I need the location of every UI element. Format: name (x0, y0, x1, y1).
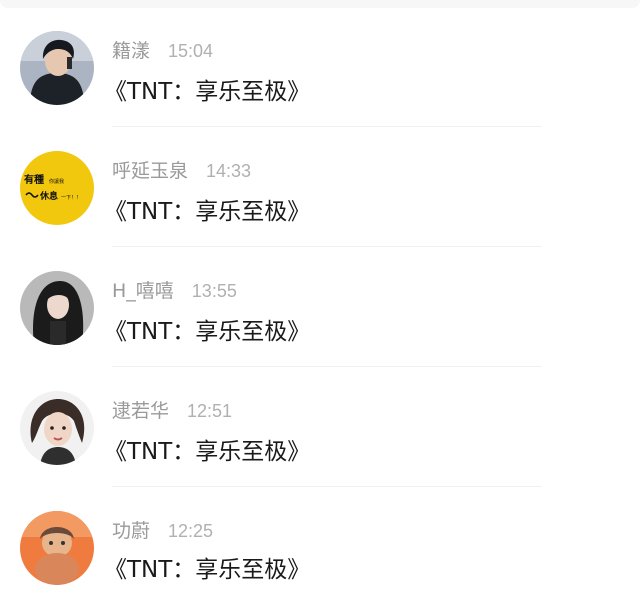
divider (112, 246, 542, 247)
comment-meta: 呼延玉泉 14:33 (112, 156, 251, 182)
timestamp: 12:25 (168, 521, 214, 541)
divider (112, 126, 542, 127)
username[interactable]: H_嘻嘻 (112, 276, 174, 303)
avatar-image-man (20, 31, 94, 105)
comment-meta: H_嘻嘻 13:55 (112, 276, 237, 302)
sticker-line2-small: 一下！！ (61, 195, 81, 201)
avatar-image-illustration (20, 391, 94, 465)
comment-text: 《TNT：享乐至极》 (104, 439, 311, 465)
divider (112, 486, 542, 487)
sticker-line2: 休息 (39, 190, 58, 202)
comment-meta: 籍漾 15:04 (112, 36, 213, 62)
avatar-image-girl (20, 271, 94, 345)
avatar[interactable] (20, 271, 94, 345)
comment-item[interactable]: 功蔚 12:25 《TNT：享乐至极》 (0, 488, 640, 608)
avatar[interactable] (20, 511, 94, 585)
comment-meta: 功蔚 12:25 (112, 516, 213, 542)
divider (112, 366, 542, 367)
avatar-image-sticker: 有種 你讓我 休息 一下！！ (20, 151, 94, 225)
timestamp: 13:55 (191, 281, 237, 301)
sticker-line1: 有種 (24, 173, 44, 186)
username[interactable]: 逮若华 (112, 396, 169, 423)
comment-item[interactable]: 籍漾 15:04 《TNT：享乐至极》 (0, 8, 640, 128)
timestamp: 14:33 (206, 161, 252, 181)
comment-item[interactable]: 有種 你讓我 休息 一下！！ 呼延玉泉 14:33 《TNT：享乐至极》 (0, 128, 640, 248)
comment-item[interactable]: H_嘻嘻 13:55 《TNT：享乐至极》 (0, 248, 640, 368)
timestamp: 12:51 (187, 401, 233, 421)
sticker-line1-small: 你讓我 (49, 178, 64, 185)
comment-text: 《TNT：享乐至极》 (104, 79, 311, 105)
top-card-edge (0, 0, 640, 8)
comment-text: 《TNT：享乐至极》 (104, 199, 311, 225)
avatar[interactable]: 有種 你讓我 休息 一下！！ (20, 151, 94, 225)
username[interactable]: 功蔚 (112, 516, 150, 543)
username[interactable]: 呼延玉泉 (112, 156, 188, 183)
avatar[interactable] (20, 391, 94, 465)
comment-text: 《TNT：享乐至极》 (104, 557, 311, 583)
timestamp: 15:04 (168, 41, 214, 61)
username[interactable]: 籍漾 (112, 36, 150, 63)
comment-item[interactable]: 逮若华 12:51 《TNT：享乐至极》 (0, 368, 640, 488)
avatar[interactable] (20, 31, 94, 105)
avatar-image-cartoon (20, 511, 94, 585)
comment-text: 《TNT：享乐至极》 (104, 319, 311, 345)
comment-meta: 逮若华 12:51 (112, 396, 232, 422)
